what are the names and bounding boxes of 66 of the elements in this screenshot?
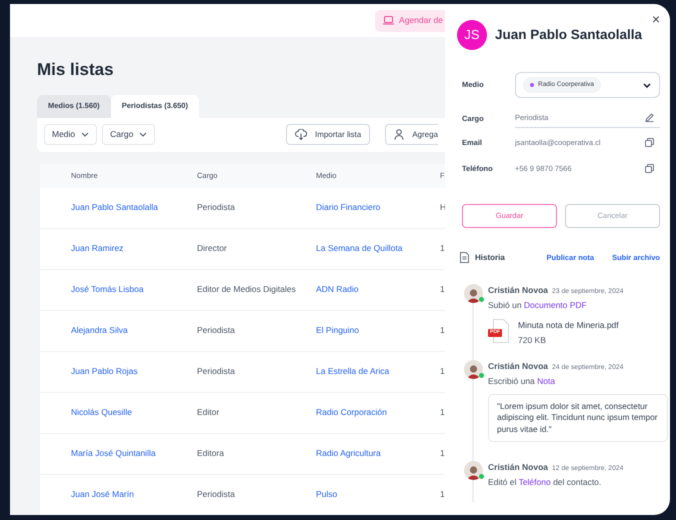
chevron-down-icon bbox=[81, 132, 90, 137]
media-link[interactable]: La Semana de Quillota bbox=[316, 243, 402, 254]
table-cell: 1 bbox=[440, 284, 445, 294]
avatar bbox=[464, 460, 483, 480]
pencil-icon[interactable] bbox=[645, 113, 654, 122]
activity-text: Subió un Documento PDF bbox=[488, 298, 587, 312]
table-cell: Periodista bbox=[197, 366, 235, 376]
add-contact-button[interactable]: Agrega bbox=[385, 124, 438, 145]
contact-name-link[interactable]: Juan Pablo Rojas bbox=[71, 366, 138, 376]
section-title: Historia bbox=[475, 252, 506, 264]
table-cell: 1 bbox=[440, 489, 445, 500]
note-quote: "Lorem ipsum dolor sit amet, consectetur adipiscing elit. Tincidunt nunc ipsum tempor purus vitae id." bbox=[488, 394, 668, 442]
activity-text: Editó el Teléfono del contacto. bbox=[488, 476, 602, 489]
contact-name: Juan Pablo Santaolalla bbox=[495, 26, 642, 44]
link[interactable]: Documento PDF bbox=[524, 300, 587, 310]
media-link[interactable]: El Pinguino bbox=[316, 325, 360, 336]
schedule-demo-button[interactable]: Agendar de bbox=[375, 10, 445, 32]
table-cell: Periodista bbox=[197, 325, 235, 336]
table-cell: Editor bbox=[197, 407, 220, 418]
avatar: JS bbox=[457, 20, 487, 50]
contact-name-link[interactable]: Juan José Marín bbox=[71, 489, 134, 500]
avatar bbox=[464, 284, 483, 303]
table-cell: 1 bbox=[440, 243, 445, 254]
filter-dropdown[interactable]: Medio bbox=[44, 124, 98, 145]
copy-icon[interactable] bbox=[645, 138, 654, 148]
table-cell: Editora bbox=[197, 448, 224, 458]
chevron-down-icon bbox=[643, 82, 651, 88]
table-cell: Editor de Medios Digitales bbox=[197, 284, 296, 294]
user-icon bbox=[394, 129, 404, 140]
media-link[interactable]: Pulso bbox=[316, 489, 338, 500]
import-button[interactable]: Importar lista bbox=[286, 124, 370, 145]
contact-name-link[interactable]: José Tomás Lisboa bbox=[71, 284, 144, 294]
avatar bbox=[464, 360, 483, 380]
table-cell: Director bbox=[197, 243, 227, 254]
cloud-download-icon bbox=[294, 129, 307, 140]
file-name: Minuta nota de Mineria.pdf bbox=[518, 318, 619, 332]
media-link[interactable]: ADN Radio bbox=[316, 284, 359, 294]
contact-name-link[interactable]: Juan Pablo Santaolalla bbox=[71, 202, 158, 212]
copy-icon[interactable] bbox=[645, 164, 654, 173]
table-cell: Periodista bbox=[197, 202, 235, 212]
file-size: 720 KB bbox=[518, 334, 547, 348]
chevron-down-icon bbox=[139, 132, 148, 137]
close-button[interactable]: × bbox=[652, 12, 660, 26]
media-link[interactable]: Radio Agricultura bbox=[316, 448, 381, 458]
link[interactable]: Teléfono bbox=[518, 476, 551, 487]
activity-text: Escribió una Nota bbox=[488, 375, 556, 388]
laptop-icon bbox=[383, 16, 394, 25]
table-cell: Periodista bbox=[197, 489, 235, 500]
contact-name-link[interactable]: María José Quintanilla bbox=[71, 448, 156, 458]
table-cell: 1 bbox=[440, 366, 445, 376]
link[interactable]: Nota bbox=[537, 376, 556, 386]
contact-name-link[interactable]: Nicolás Quesille bbox=[71, 407, 132, 418]
document-icon bbox=[460, 252, 469, 264]
table-cell: 1 bbox=[440, 448, 445, 458]
filter-dropdown[interactable]: Cargo bbox=[102, 124, 156, 145]
author-name: Cristián Novoa bbox=[488, 284, 548, 296]
page-title: Mis listas bbox=[37, 59, 115, 81]
table-cell: 1 bbox=[440, 325, 445, 336]
media-link[interactable]: Radio Corporación bbox=[316, 407, 387, 418]
author-name: Cristián Novoa bbox=[488, 360, 548, 373]
contact-name-link[interactable]: Alejandra Silva bbox=[71, 325, 128, 336]
media-link[interactable]: Diario Financiero bbox=[316, 202, 380, 212]
author-name: Cristián Novoa bbox=[488, 460, 548, 474]
media-link[interactable]: La Estrella de Arica bbox=[316, 366, 390, 376]
contact-name-link[interactable]: Juan Ramirez bbox=[71, 243, 124, 254]
table-cell: 1 bbox=[440, 407, 445, 418]
